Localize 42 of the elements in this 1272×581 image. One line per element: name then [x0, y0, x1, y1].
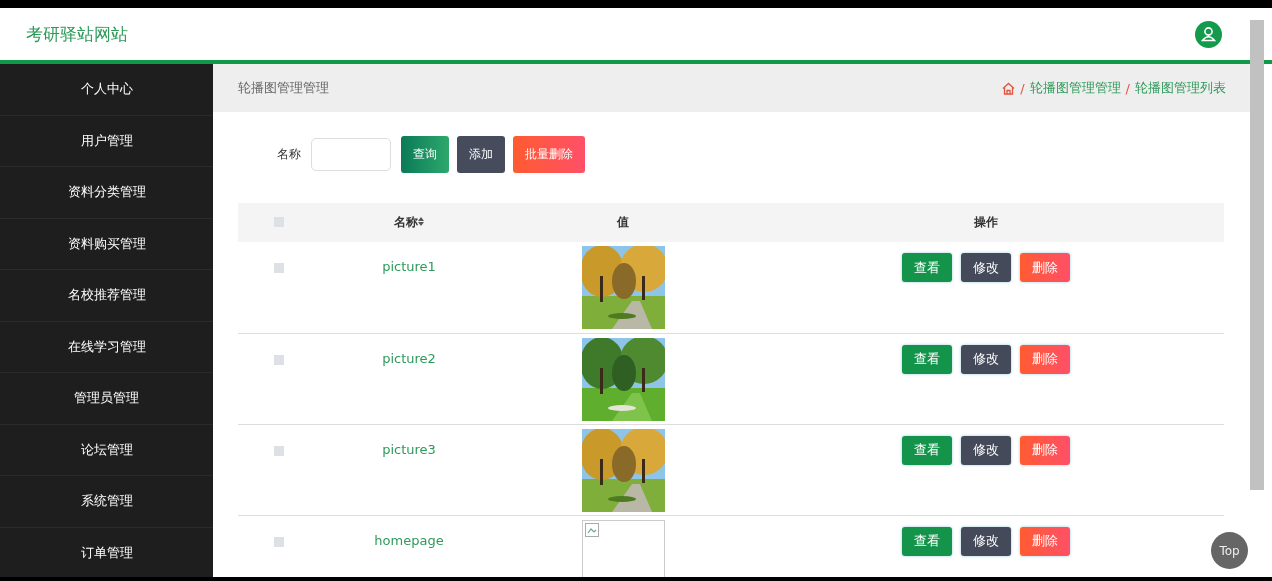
sidebar-item[interactable]: 资料分类管理 — [0, 167, 213, 219]
sidebar-item[interactable]: 管理员管理 — [0, 373, 213, 425]
home-icon[interactable] — [1002, 81, 1016, 95]
sidebar-item[interactable]: 订单管理 — [0, 527, 213, 577]
sidebar-item[interactable]: 名校推荐管理 — [0, 270, 213, 322]
column-header[interactable]: 名称 — [394, 215, 418, 229]
back-to-top-button[interactable]: Top — [1211, 532, 1248, 569]
edit-button[interactable]: 修改 — [961, 344, 1011, 374]
name-cell: homepage — [374, 532, 444, 548]
field-label: 名称 — [277, 146, 301, 163]
name-input-field[interactable] — [311, 138, 391, 171]
separator: / — [1125, 80, 1130, 96]
edit-button[interactable]: 修改 — [961, 435, 1011, 465]
separator: / — [1020, 80, 1025, 96]
view-button[interactable]: 查看 — [902, 344, 952, 374]
sidebar-item[interactable]: 系统管理 — [0, 476, 213, 528]
sort-icon[interactable] — [418, 217, 424, 226]
user-avatar-icon[interactable] — [1195, 20, 1222, 48]
checkbox[interactable] — [274, 445, 284, 456]
add-button[interactable]: 添加 — [457, 136, 505, 173]
scrollbar[interactable] — [1250, 20, 1264, 490]
column-header: 值 — [617, 215, 629, 229]
site-title: 考研驿站网站 — [26, 22, 128, 46]
sidebar-item[interactable]: 在线学习管理 — [0, 321, 213, 373]
column-header: 操作 — [974, 215, 998, 229]
sidebar-item[interactable]: 论坛管理 — [0, 424, 213, 476]
broken-image-icon — [585, 522, 599, 537]
checkbox[interactable] — [274, 354, 284, 365]
name-cell: picture3 — [382, 441, 436, 457]
view-button[interactable]: 查看 — [902, 253, 952, 282]
view-button[interactable]: 查看 — [902, 435, 952, 465]
name-cell: picture1 — [382, 259, 436, 274]
page-title: 轮播图管理管理 — [238, 79, 329, 97]
checkbox[interactable] — [274, 263, 284, 273]
name-cell: picture2 — [382, 350, 436, 366]
edit-button[interactable]: 修改 — [961, 253, 1011, 282]
checkbox[interactable] — [274, 536, 284, 547]
search-button[interactable]: 查询 — [401, 136, 449, 173]
sidebar-item[interactable]: 用户管理 — [0, 115, 213, 167]
edit-button[interactable]: 修改 — [961, 526, 1011, 556]
sidebar-item[interactable]: 资料购买管理 — [0, 218, 213, 270]
view-button[interactable]: 查看 — [902, 526, 952, 556]
